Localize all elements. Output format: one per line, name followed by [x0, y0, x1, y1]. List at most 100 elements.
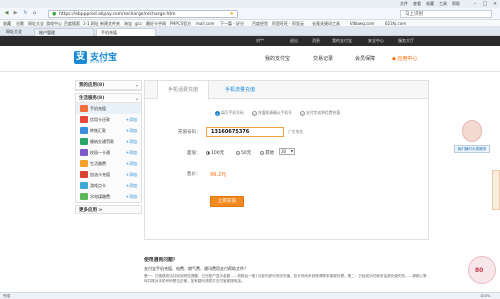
- recharge-now-button[interactable]: 立即充值: [210, 196, 244, 207]
- side-widget[interactable]: [492, 170, 500, 210]
- more-apps-link[interactable]: 更多应用 >: [75, 205, 142, 214]
- sidebar-item[interactable]: 手机充值: [76, 103, 141, 114]
- amount-option-100[interactable]: 100元: [206, 150, 224, 156]
- bookmark-item[interactable]: 长尾关键词工具: [312, 20, 340, 27]
- browser-titlebar: 文件 查看 收藏 工具 帮助 – □ ×: [0, 0, 500, 8]
- chevron-down-icon: ▼: [290, 149, 293, 153]
- sidebar-item[interactable]: 生活缴费 +添加: [76, 158, 141, 169]
- bookmark-item[interactable]: kfbbwq.com: [350, 20, 374, 27]
- bookmark-item[interactable]: 623hj.com: [385, 20, 406, 27]
- recharge-panel: 手机话费充值 手机流量充值 1 填写手机号码 2 充值前请确认手机号 3 支付完成将话…: [144, 80, 429, 240]
- customer-service-label[interactable]: 我们随时为您服务: [454, 145, 490, 153]
- star-icon[interactable]: ★: [230, 11, 234, 18]
- close-icon[interactable]: ×: [490, 0, 500, 8]
- alipay-header: 支 支付宝 ALIPAY 我的支付宝 交易记录 会员保障 ◆ 应用中心: [0, 46, 500, 72]
- logout-link[interactable]: 退出: [290, 36, 298, 46]
- forward-icon[interactable]: ▶: [12, 10, 19, 17]
- sidebar-item-label: 水电煤缴费: [90, 194, 110, 199]
- add-app-link[interactable]: +添加: [126, 191, 137, 202]
- menu-view[interactable]: 查看: [413, 1, 421, 7]
- minimize-icon[interactable]: –: [470, 0, 480, 8]
- add-app-link[interactable]: +添加: [126, 180, 137, 191]
- chevron-down-icon[interactable]: ▾: [136, 81, 138, 90]
- nav-my-alipay[interactable]: 我的支付宝: [265, 46, 290, 72]
- nav-transactions[interactable]: 交易记录: [313, 46, 333, 72]
- sidebar-item[interactable]: 信用卡还款 +添加: [76, 114, 141, 125]
- sidebar-item[interactable]: 游戏点卡 +添加: [76, 180, 141, 191]
- home-icon[interactable]: ⌂: [31, 10, 38, 17]
- menu-help[interactable]: 帮助: [452, 1, 460, 7]
- sidebar-item[interactable]: 缴纳交通罚款 +添加: [76, 136, 141, 147]
- bookmark-item[interactable]: 最好卡乎网: [146, 20, 166, 27]
- radio-icon[interactable]: [260, 150, 264, 155]
- add-app-link[interactable]: +添加: [126, 158, 137, 169]
- bookmark-item[interactable]: 百度搜索: [64, 20, 80, 27]
- radio-selected-icon[interactable]: [206, 150, 210, 155]
- menu-tools[interactable]: 工具: [439, 1, 447, 7]
- add-app-link[interactable]: +添加: [126, 169, 137, 180]
- other-amount-select[interactable]: 30 ▼: [279, 148, 295, 155]
- my-apps-header[interactable]: 我的应用(8) ▾: [76, 81, 141, 90]
- bookmark-item[interactable]: 收藏: [3, 20, 11, 27]
- help-subtitle[interactable]: 支付宝手机充值、电费、燃气费、通讯费用支付帮助文件？: [144, 266, 429, 272]
- menu-file[interactable]: 文件: [400, 1, 408, 7]
- bookmark-item[interactable]: 下一篇 - 好分: [220, 20, 244, 27]
- back-icon[interactable]: ◀: [3, 10, 10, 17]
- my-apps-count: (8): [97, 83, 105, 88]
- service-hall-link[interactable]: 服务大厅: [398, 36, 414, 46]
- amount-option-50[interactable]: 50元: [236, 150, 251, 156]
- phone-number-input[interactable]: 13160675376: [206, 127, 284, 137]
- tab-phone-bill[interactable]: 手机话费充值: [157, 81, 210, 100]
- address-bar[interactable]: ● https://ebppprod.alipay.com/recharge/r…: [48, 10, 238, 18]
- browser-statusbar: 完成 100%: [0, 292, 500, 299]
- bookmark-item[interactable]: 网址大全: [28, 20, 44, 27]
- app-icon: [80, 160, 88, 167]
- step-number: 1: [215, 110, 220, 116]
- baby-widget[interactable]: 80: [468, 256, 496, 284]
- sidebar-item[interactable]: 加油卡充值 +添加: [76, 169, 141, 180]
- sidebar-item[interactable]: 水电煤缴费 +添加: [76, 191, 141, 202]
- bookmark-item[interactable]: 阿里旺旺 - 阿里云: [272, 20, 304, 27]
- sidebar-item[interactable]: 转账汇款 +添加: [76, 125, 141, 136]
- bookmark-item[interactable]: gcc: [135, 20, 142, 27]
- bookmark-item[interactable]: 谷歌: [16, 20, 24, 27]
- tab-recharge[interactable]: 手机充值: [96, 28, 156, 36]
- alipay-logo-icon[interactable]: 支: [74, 51, 87, 64]
- my-alipay-link[interactable]: 我的支付宝: [332, 36, 352, 46]
- tab-phone-data[interactable]: 手机流量充值: [215, 81, 265, 99]
- bookmark-item[interactable]: mail.com: [196, 20, 214, 27]
- step-1: 1 填写手机号码: [215, 110, 244, 116]
- help-text: 第一：已缴费成功并收到短信提醒，已在账户显示金额……到账后一般1分钟内即可完成充…: [144, 274, 427, 283]
- bookmark-item[interactable]: PHPCS官方: [170, 20, 191, 27]
- radio-icon[interactable]: [236, 150, 240, 155]
- tab-home[interactable]: 网址大全: [2, 28, 26, 36]
- life-services-header[interactable]: 生活服务(8) ▴: [76, 94, 141, 103]
- bookmark-item[interactable]: 淘宝: [124, 20, 132, 27]
- messages-link[interactable]: 消息: [312, 36, 320, 46]
- browser-search-input[interactable]: 马上识别: [400, 10, 492, 18]
- app-icon: [80, 116, 88, 123]
- zoom-level[interactable]: 100%: [480, 293, 490, 299]
- add-app-link[interactable]: +添加: [126, 125, 137, 136]
- security-center-link[interactable]: 安全中心: [368, 36, 384, 46]
- chevron-up-icon[interactable]: ▴: [136, 94, 138, 103]
- maximize-icon[interactable]: □: [480, 0, 490, 8]
- help-section: 使用遇到问题？ 支付宝手机充值、电费、燃气费、通讯费用支付帮助文件？ 第一：已缴…: [144, 256, 429, 284]
- add-app-link[interactable]: +添加: [126, 147, 137, 158]
- customer-service-avatar[interactable]: [462, 120, 482, 142]
- bookmark-item[interactable]: 1-1 网址: [83, 20, 99, 27]
- refresh-icon[interactable]: ↻: [22, 10, 29, 17]
- menu-favorites[interactable]: 收藏: [426, 1, 434, 7]
- nav-app-center[interactable]: ◆ 应用中心: [392, 46, 417, 72]
- bookmark-item[interactable]: 游戏中心: [46, 20, 62, 27]
- sidebar-item-label: 转账汇款: [90, 128, 106, 133]
- add-app-link[interactable]: +添加: [126, 114, 137, 125]
- amount-label: 面值：: [187, 151, 201, 156]
- tab-account[interactable]: 账户管理: [34, 28, 94, 36]
- nav-member-protection[interactable]: 会员保障: [355, 46, 375, 72]
- bookmark-item[interactable]: 百度经验: [252, 20, 268, 27]
- add-app-link[interactable]: +添加: [126, 136, 137, 147]
- amount-option-other[interactable]: 其他: [260, 150, 274, 156]
- bookmark-item[interactable]: 新建文件夹: [100, 20, 120, 27]
- sidebar-item[interactable]: 校园一卡通 +添加: [76, 147, 141, 158]
